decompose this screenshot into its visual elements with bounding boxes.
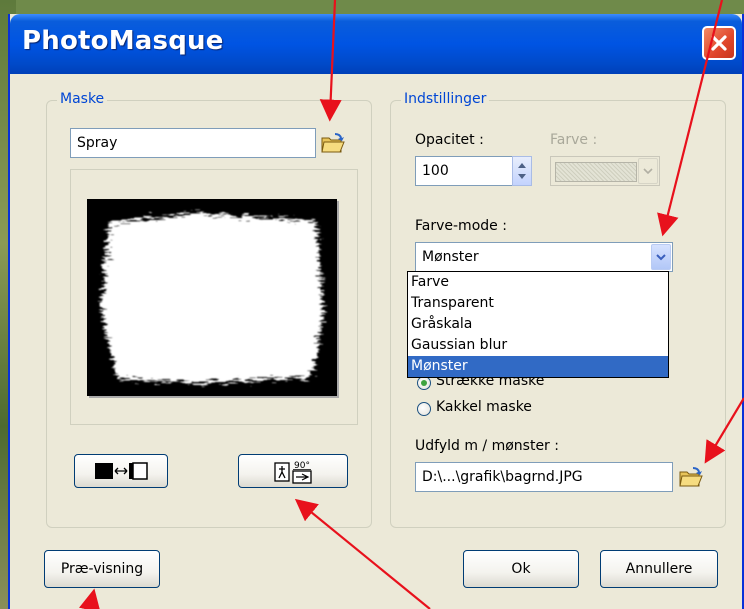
- folder-open-icon: [321, 133, 345, 153]
- close-button[interactable]: [702, 26, 736, 60]
- spray-mask-icon: [87, 199, 337, 396]
- mask-name-field[interactable]: Spray: [70, 128, 316, 158]
- mask-preview-image: [87, 199, 337, 396]
- fill-pattern-label: Udfyld m / mønster :: [415, 438, 559, 454]
- settings-group-legend: Indstillinger: [401, 91, 490, 107]
- color-mode-option[interactable]: Gråskala: [408, 314, 668, 335]
- color-mode-value: Mønster: [422, 249, 479, 265]
- color-mode-option[interactable]: Transparent: [408, 293, 668, 314]
- close-icon: [711, 35, 727, 51]
- spin-arrows-icon: [518, 163, 526, 179]
- cancel-button[interactable]: Annullere: [600, 550, 718, 588]
- chevron-down-icon: [656, 254, 666, 261]
- color-dropdown: [550, 156, 660, 186]
- preview-button[interactable]: Præ-visning: [44, 550, 160, 588]
- open-mask-button[interactable]: [320, 130, 346, 156]
- tile-mask-radio[interactable]: [417, 402, 431, 416]
- opacity-label: Opacitet :: [415, 132, 484, 148]
- rotate-mask-button[interactable]: 90°: [238, 454, 348, 488]
- tile-mask-label: Kakkel maske: [436, 399, 532, 415]
- color-mode-option-selected[interactable]: Mønster: [408, 356, 668, 377]
- color-mode-options-list: Farve Transparent Gråskala Gaussian blur…: [407, 271, 669, 378]
- window-title: PhotoMasque: [22, 26, 224, 56]
- open-pattern-button[interactable]: [678, 464, 704, 490]
- mask-preview-frame: [70, 169, 358, 425]
- flip-mask-button[interactable]: [74, 454, 168, 488]
- flip-horizontal-icon: [95, 462, 148, 480]
- ok-button[interactable]: Ok: [463, 550, 579, 588]
- opacity-field[interactable]: 100: [415, 156, 513, 186]
- color-swatch: [555, 162, 637, 182]
- rotate-90-icon: 90°: [274, 461, 312, 484]
- color-mode-dropdown[interactable]: Mønster: [415, 242, 673, 272]
- fill-pattern-field[interactable]: D:\...\grafik\bagrnd.JPG: [415, 462, 673, 492]
- stretch-mask-radio[interactable]: [417, 376, 431, 390]
- opacity-spinner[interactable]: [512, 156, 532, 186]
- mask-group-legend: Maske: [57, 91, 108, 107]
- color-dropdown-button: [638, 158, 658, 184]
- color-mode-dropdown-button[interactable]: [651, 244, 671, 270]
- title-bar[interactable]: PhotoMasque: [10, 14, 742, 74]
- dialog-window: PhotoMasque Maske Spray 90° Indstillinge…: [8, 14, 744, 609]
- color-mode-option[interactable]: Gaussian blur: [408, 335, 668, 356]
- folder-open-icon: [679, 467, 703, 487]
- color-label: Farve :: [550, 132, 598, 148]
- color-mode-option[interactable]: Farve: [408, 272, 668, 293]
- chevron-down-icon: [643, 168, 653, 175]
- color-mode-label: Farve-mode :: [415, 218, 507, 234]
